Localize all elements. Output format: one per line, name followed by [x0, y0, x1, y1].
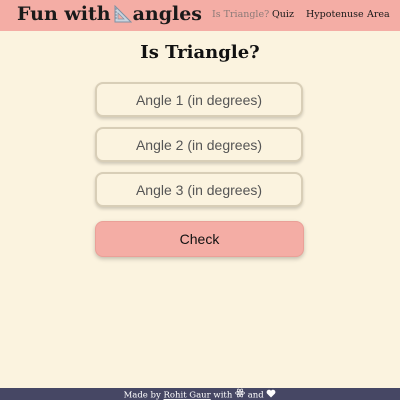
footer-and: and: [247, 390, 264, 400]
nav-link-area[interactable]: Area: [367, 9, 390, 20]
footer: Made by Rohit Gaur with and: [0, 388, 400, 400]
page-title: Is Triangle?: [140, 42, 260, 63]
angle-3-input[interactable]: [95, 172, 303, 207]
footer-made-by: Made by: [123, 390, 161, 400]
author-link[interactable]: Rohit Gaur: [163, 391, 210, 400]
angle-1-input[interactable]: [95, 82, 303, 117]
brand-prefix: Fun with: [17, 3, 111, 25]
footer-with: with: [213, 390, 233, 400]
check-button[interactable]: Check: [95, 221, 304, 257]
nav-link-is-triangle[interactable]: Is Triangle?: [212, 9, 269, 20]
brand-logo[interactable]: Fun with angles: [17, 3, 202, 25]
set-square-ruler-icon: [114, 4, 132, 23]
react-atom-icon: [235, 388, 245, 400]
nav-link-quiz[interactable]: Quiz: [272, 9, 294, 20]
angle-2-input[interactable]: [95, 127, 303, 162]
heart-icon: [266, 389, 276, 400]
navbar: Fun with angles Is Triangle? Quiz Hypote…: [0, 0, 400, 31]
nav-link-hypotenuse[interactable]: Hypotenuse: [306, 9, 364, 20]
brand-suffix: angles: [132, 3, 202, 25]
